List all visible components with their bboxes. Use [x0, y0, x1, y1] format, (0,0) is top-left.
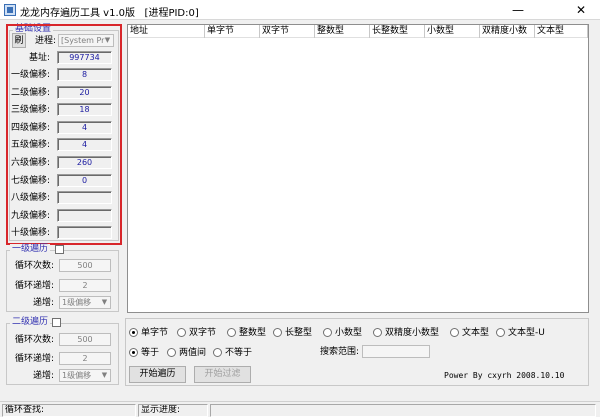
level2-loop-label: 循环次数: [14, 335, 54, 345]
table-header: 地址 单字节 双字节 整数型 长整数型 小数型 双精度小数 文本型 [128, 25, 588, 38]
type-radio-label[interactable]: 双字节 [189, 328, 216, 338]
level2-loop-field[interactable]: 500 [59, 333, 111, 346]
status-empty [210, 404, 596, 417]
results-table[interactable]: 地址 单字节 双字节 整数型 长整数型 小数型 双精度小数 文本型 [127, 24, 589, 313]
type-radio[interactable] [177, 328, 186, 337]
chevron-down-icon: ▼ [101, 298, 108, 306]
level1-source-label: 递增: [32, 298, 54, 308]
app-icon [4, 4, 16, 16]
refresh-button[interactable]: 刷 [12, 33, 26, 48]
offset-label: 一级偏移: [10, 70, 50, 80]
compare-radio[interactable] [213, 348, 222, 357]
level1-legend-text: 一级遍历 [12, 244, 49, 254]
base-label: 基址: [28, 53, 50, 63]
status-bar: 循环查找: 显示进度: [0, 401, 600, 417]
type-radio[interactable] [373, 328, 382, 337]
level1-loop-label: 循环次数: [14, 261, 54, 271]
offset-label: 七级偏移: [10, 175, 50, 186]
type-radio-label[interactable]: 小数型 [335, 328, 362, 338]
level1-step-label: 循环递增: [14, 281, 54, 291]
compare-radio-label[interactable]: 等于 [141, 348, 159, 358]
type-radio[interactable] [323, 328, 332, 337]
column-header[interactable]: 整数型 [315, 25, 370, 38]
offset-field[interactable]: 20 [57, 85, 112, 99]
offset-field[interactable]: 4 [57, 120, 112, 134]
type-radio[interactable] [496, 328, 505, 337]
process-select-value: [System Pr [61, 36, 105, 45]
column-header[interactable]: 双字节 [260, 25, 315, 38]
level1-checkbox[interactable] [55, 245, 64, 254]
minimize-button[interactable]: — [503, 0, 533, 20]
type-radio-label[interactable]: 双精度小数型 [385, 328, 439, 338]
credit-text: Power By cxyrh 2008.10.10 [444, 371, 565, 380]
chevron-down-icon: ▼ [104, 36, 111, 44]
range-field[interactable] [362, 345, 430, 358]
offset-field[interactable] [57, 226, 112, 240]
pid-label: [进程PID:0] [144, 8, 199, 19]
offset-label: 五级偏移: [10, 140, 50, 151]
type-radio-label[interactable]: 单字节 [141, 328, 168, 338]
compare-radio[interactable] [129, 348, 138, 357]
offset-field[interactable]: 18 [57, 103, 112, 117]
column-header[interactable]: 小数型 [425, 25, 480, 38]
offset-label: 四级偏移: [10, 122, 50, 133]
offset-label: 十级偏移: [10, 228, 50, 239]
type-radio[interactable] [227, 328, 236, 337]
base-address-field[interactable]: 997734 [57, 51, 112, 64]
status-loop-find: 循环查找: [2, 404, 136, 417]
offset-field[interactable]: 0 [57, 173, 112, 187]
offset-label: 八级偏移: [10, 193, 50, 204]
type-radio-label[interactable]: 文本型-U [508, 328, 545, 338]
column-header[interactable]: 单字节 [205, 25, 260, 38]
offset-field[interactable] [57, 191, 112, 205]
window-title: 龙龙内存遍历工具 v1.0版 [进程PID:0] [20, 4, 199, 19]
start-filter-button[interactable]: 开始过滤 [194, 366, 251, 383]
level1-source-select[interactable]: 1级偏移 ▼ [59, 296, 111, 309]
level1-source-value: 1级偏移 [62, 298, 92, 307]
offset-field[interactable]: 4 [57, 138, 112, 152]
close-button[interactable]: ✕ [566, 0, 596, 20]
type-radio[interactable] [273, 328, 282, 337]
compare-radio-label[interactable]: 不等于 [225, 348, 252, 358]
level2-source-value: 1级偏移 [62, 371, 92, 380]
compare-radio[interactable] [167, 348, 176, 357]
level2-step-label: 循环递增: [14, 354, 54, 364]
type-radio-label[interactable]: 文本型 [462, 328, 489, 338]
type-radio-label[interactable]: 长整型 [285, 328, 312, 338]
column-header[interactable]: 地址 [128, 25, 205, 38]
offset-label: 二级偏移: [10, 87, 50, 98]
type-radio[interactable] [450, 328, 459, 337]
offset-label: 三级偏移: [10, 105, 50, 116]
level2-legend-text: 二级遍历 [12, 317, 49, 327]
level2-legend: 二级遍历 [10, 317, 51, 327]
column-header[interactable]: 文本型 [535, 25, 588, 38]
compare-radio-label[interactable]: 两值间 [179, 348, 206, 358]
level2-checkbox[interactable] [52, 318, 61, 327]
level2-step-field[interactable]: 2 [59, 352, 111, 365]
status-progress: 显示进度: [138, 404, 208, 417]
offset-field[interactable]: 260 [57, 156, 112, 169]
column-header[interactable]: 长整数型 [370, 25, 425, 38]
process-select[interactable]: [System Pr ▼ [58, 34, 114, 47]
type-radio-label[interactable]: 整数型 [239, 328, 266, 338]
level1-loop-field[interactable]: 500 [59, 259, 111, 272]
offset-field[interactable] [57, 208, 112, 222]
range-label: 搜索范围: [320, 347, 360, 357]
offset-label: 九级偏移: [10, 210, 50, 221]
app-title: 龙龙内存遍历工具 v1.0版 [20, 8, 135, 19]
offset-field[interactable]: 8 [57, 68, 112, 81]
process-label: 进程: [34, 36, 56, 46]
column-header[interactable]: 双精度小数 [480, 25, 535, 38]
level2-source-label: 递增: [32, 371, 54, 381]
title-bar: 龙龙内存遍历工具 v1.0版 [进程PID:0] — ✕ [0, 0, 600, 20]
offset-label: 六级偏移: [10, 158, 50, 168]
level2-source-select[interactable]: 1级偏移 ▼ [59, 369, 111, 382]
type-radio[interactable] [129, 328, 138, 337]
level1-step-field[interactable]: 2 [59, 279, 111, 292]
start-traverse-button[interactable]: 开始遍历 [129, 366, 186, 383]
level1-legend: 一级遍历 [10, 244, 51, 254]
chevron-down-icon: ▼ [101, 371, 108, 379]
